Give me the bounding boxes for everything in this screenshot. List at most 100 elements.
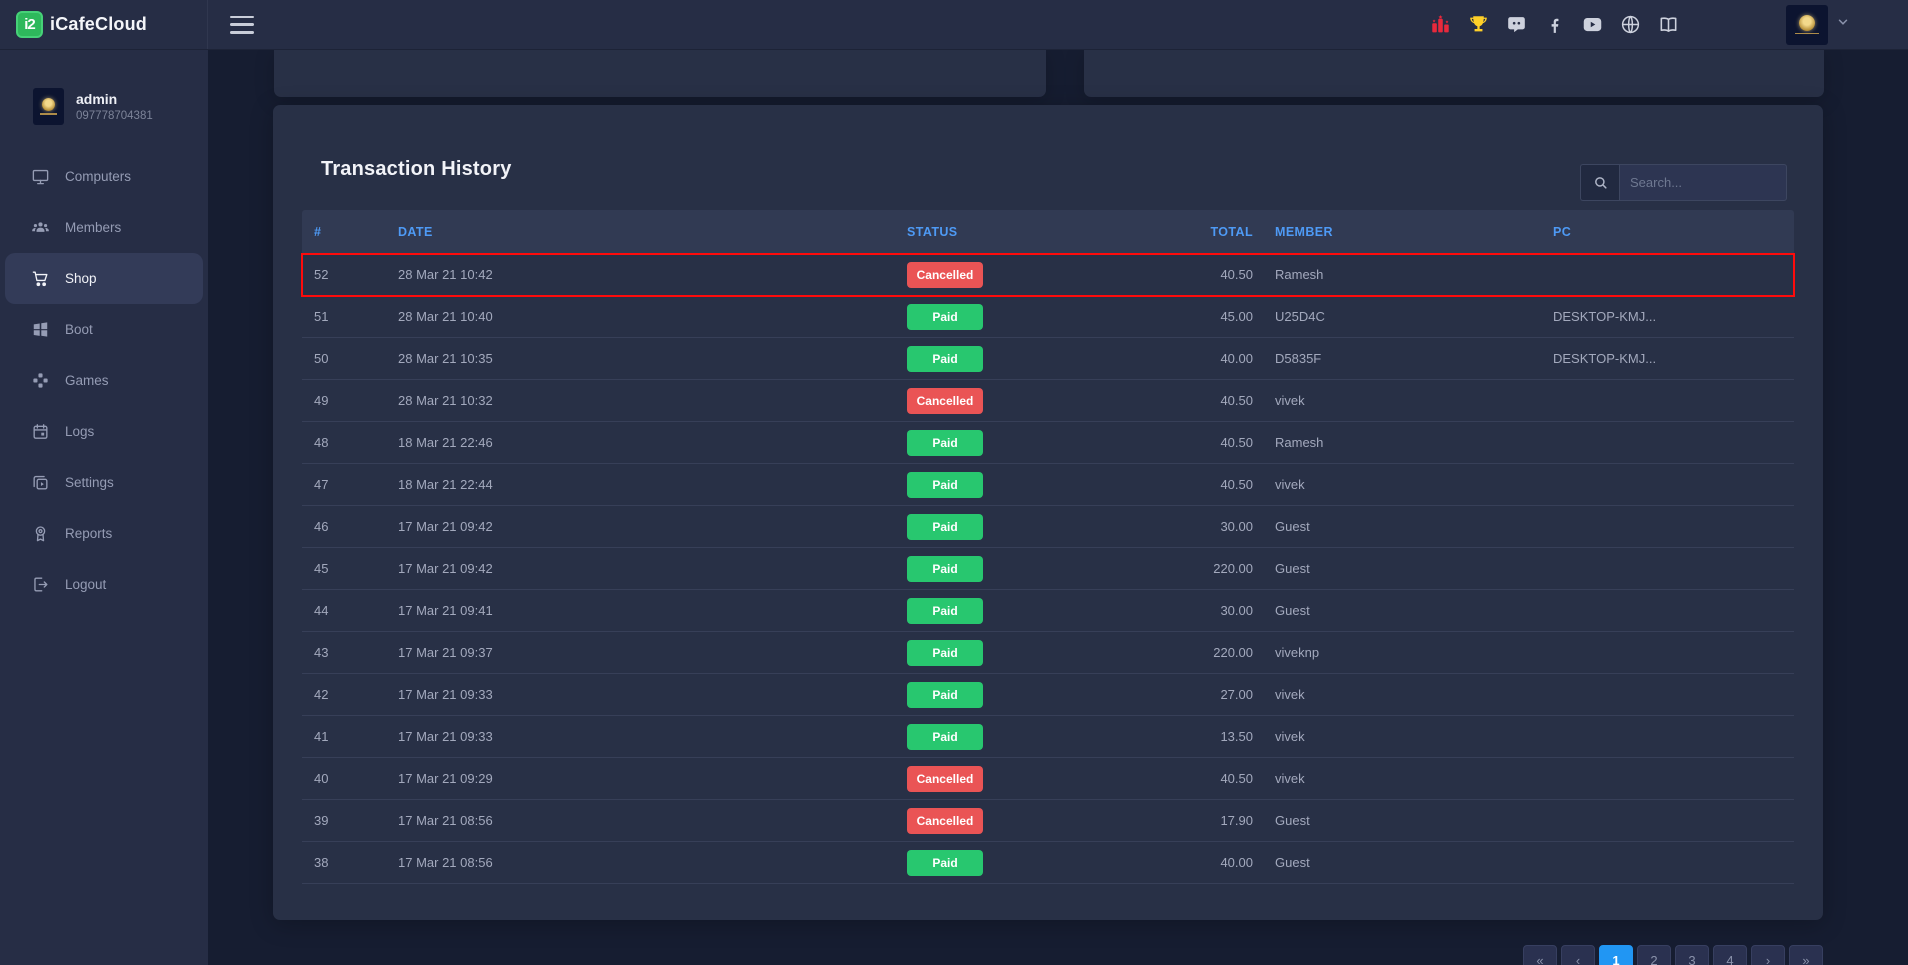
sidebar-item-logs[interactable]: Logs	[5, 406, 203, 457]
status-badge: Paid	[907, 850, 983, 876]
monitor-icon	[31, 167, 50, 186]
row-id: 40	[302, 771, 398, 786]
sidebar-item-members[interactable]: Members	[5, 202, 203, 253]
first-page-button[interactable]: «	[1523, 945, 1557, 965]
status-badge: Paid	[907, 304, 983, 330]
table-row[interactable]: 4217 Mar 21 09:33Paid27.00vivek	[302, 674, 1794, 716]
sidebar-item-logout[interactable]: Logout	[5, 559, 203, 610]
menu-toggle-icon[interactable]	[230, 16, 254, 34]
row-total: 40.50	[1150, 771, 1253, 786]
row-member: vivek	[1253, 687, 1531, 702]
row-member: Guest	[1253, 519, 1531, 534]
reports-icon	[31, 524, 50, 543]
status-badge: Paid	[907, 556, 983, 582]
search-input[interactable]	[1619, 164, 1787, 201]
guide-book-icon[interactable]	[1654, 11, 1682, 39]
row-date: 17 Mar 21 08:56	[398, 813, 907, 828]
sidebar-item-label: Reports	[65, 526, 112, 541]
admin-name: admin	[76, 91, 153, 107]
row-pc: DESKTOP-KMJ...	[1531, 351, 1794, 366]
sidebar-item-games[interactable]: Games	[5, 355, 203, 406]
table-row[interactable]: 5228 Mar 21 10:42Cancelled40.50Ramesh	[302, 254, 1794, 296]
rankings-icon[interactable]	[1426, 11, 1454, 39]
table-row[interactable]: 3917 Mar 21 08:56Cancelled17.90Guest	[302, 800, 1794, 842]
row-member: vivek	[1253, 771, 1531, 786]
admin-avatar[interactable]	[33, 88, 64, 125]
row-total: 40.50	[1150, 477, 1253, 492]
top-card-left	[274, 50, 1046, 97]
sidebar-item-label: Boot	[65, 322, 93, 337]
row-status: Paid	[907, 850, 1150, 876]
row-total: 220.00	[1150, 645, 1253, 660]
chevron-down-icon[interactable]	[1836, 15, 1850, 34]
admin-phone: 097778704381	[76, 110, 153, 122]
status-badge: Paid	[907, 514, 983, 540]
sidebar-item-computers[interactable]: Computers	[5, 151, 203, 202]
status-badge: Paid	[907, 724, 983, 750]
table-row[interactable]: 4928 Mar 21 10:32Cancelled40.50vivek	[302, 380, 1794, 422]
sidebar-item-label: Logs	[65, 424, 94, 439]
table-row[interactable]: 5028 Mar 21 10:35Paid40.00D5835FDESKTOP-…	[302, 338, 1794, 380]
table-body: 5228 Mar 21 10:42Cancelled40.50Ramesh512…	[302, 254, 1794, 884]
app-logo[interactable]: i2 iCafeCloud	[16, 11, 147, 38]
sidebar-item-settings[interactable]: Settings	[5, 457, 203, 508]
admin-profile: admin 097778704381	[0, 50, 208, 125]
discord-icon[interactable]	[1502, 11, 1530, 39]
sidebar-nav: ComputersMembersShop Boot Games Logs Setting…	[0, 151, 208, 610]
table-row[interactable]: 4718 Mar 21 22:44Paid40.50vivek	[302, 464, 1794, 506]
table-row[interactable]: 5128 Mar 21 10:40Paid45.00U25D4CDESKTOP-…	[302, 296, 1794, 338]
globe-icon[interactable]	[1616, 11, 1644, 39]
row-member: vivek	[1253, 729, 1531, 744]
page-button-3[interactable]: 3	[1675, 945, 1709, 965]
pagination: «‹1234›»	[1523, 945, 1823, 965]
row-date: 17 Mar 21 09:33	[398, 687, 907, 702]
prev-page-button[interactable]: ‹	[1561, 945, 1595, 965]
row-date: 17 Mar 21 09:33	[398, 729, 907, 744]
row-id: 48	[302, 435, 398, 450]
sidebar-item-reports[interactable]: Reports	[5, 508, 203, 559]
row-date: 28 Mar 21 10:32	[398, 393, 907, 408]
row-date: 18 Mar 21 22:46	[398, 435, 907, 450]
last-page-button[interactable]: »	[1789, 945, 1823, 965]
row-total: 40.50	[1150, 435, 1253, 450]
row-id: 42	[302, 687, 398, 702]
column-header-status: STATUS	[907, 225, 1150, 239]
table-row[interactable]: 3817 Mar 21 08:56Paid40.00Guest	[302, 842, 1794, 884]
table-header-row: #DATESTATUSTOTALMEMBERPC	[302, 210, 1794, 254]
row-total: 30.00	[1150, 519, 1253, 534]
row-member: D5835F	[1253, 351, 1531, 366]
table-row[interactable]: 4617 Mar 21 09:42Paid30.00Guest	[302, 506, 1794, 548]
status-badge: Cancelled	[907, 388, 983, 414]
table-row[interactable]: 4117 Mar 21 09:33Paid13.50vivek	[302, 716, 1794, 758]
sidebar-item-boot[interactable]: Boot	[5, 304, 203, 355]
search-button[interactable]	[1580, 164, 1619, 201]
row-total: 40.50	[1150, 267, 1253, 282]
youtube-icon[interactable]	[1578, 11, 1606, 39]
table-row[interactable]: 4017 Mar 21 09:29Cancelled40.50vivek	[302, 758, 1794, 800]
table-row[interactable]: 4417 Mar 21 09:41Paid30.00Guest	[302, 590, 1794, 632]
row-member: vivek	[1253, 477, 1531, 492]
page-button-4[interactable]: 4	[1713, 945, 1747, 965]
page-button-2[interactable]: 2	[1637, 945, 1671, 965]
status-badge: Paid	[907, 682, 983, 708]
table-row[interactable]: 4317 Mar 21 09:37Paid220.00viveknp	[302, 632, 1794, 674]
row-total: 17.90	[1150, 813, 1253, 828]
row-status: Paid	[907, 514, 1150, 540]
trophy-icon[interactable]	[1464, 11, 1492, 39]
user-avatar[interactable]	[1786, 5, 1828, 45]
sidebar-item-shop[interactable]: Shop	[5, 253, 203, 304]
row-member: U25D4C	[1253, 309, 1531, 324]
next-page-button[interactable]: ›	[1751, 945, 1785, 965]
calendar-icon	[31, 422, 50, 441]
row-total: 40.50	[1150, 393, 1253, 408]
facebook-icon[interactable]	[1540, 11, 1568, 39]
transactions-table: #DATESTATUSTOTALMEMBERPC 5228 Mar 21 10:…	[302, 210, 1794, 884]
table-row[interactable]: 4818 Mar 21 22:46Paid40.50Ramesh	[302, 422, 1794, 464]
row-status: Cancelled	[907, 388, 1150, 414]
row-date: 18 Mar 21 22:44	[398, 477, 907, 492]
table-row[interactable]: 4517 Mar 21 09:42Paid220.00Guest	[302, 548, 1794, 590]
row-date: 28 Mar 21 10:35	[398, 351, 907, 366]
page-button-1[interactable]: 1	[1599, 945, 1633, 965]
avatar-emblem	[1799, 15, 1815, 31]
row-id: 50	[302, 351, 398, 366]
